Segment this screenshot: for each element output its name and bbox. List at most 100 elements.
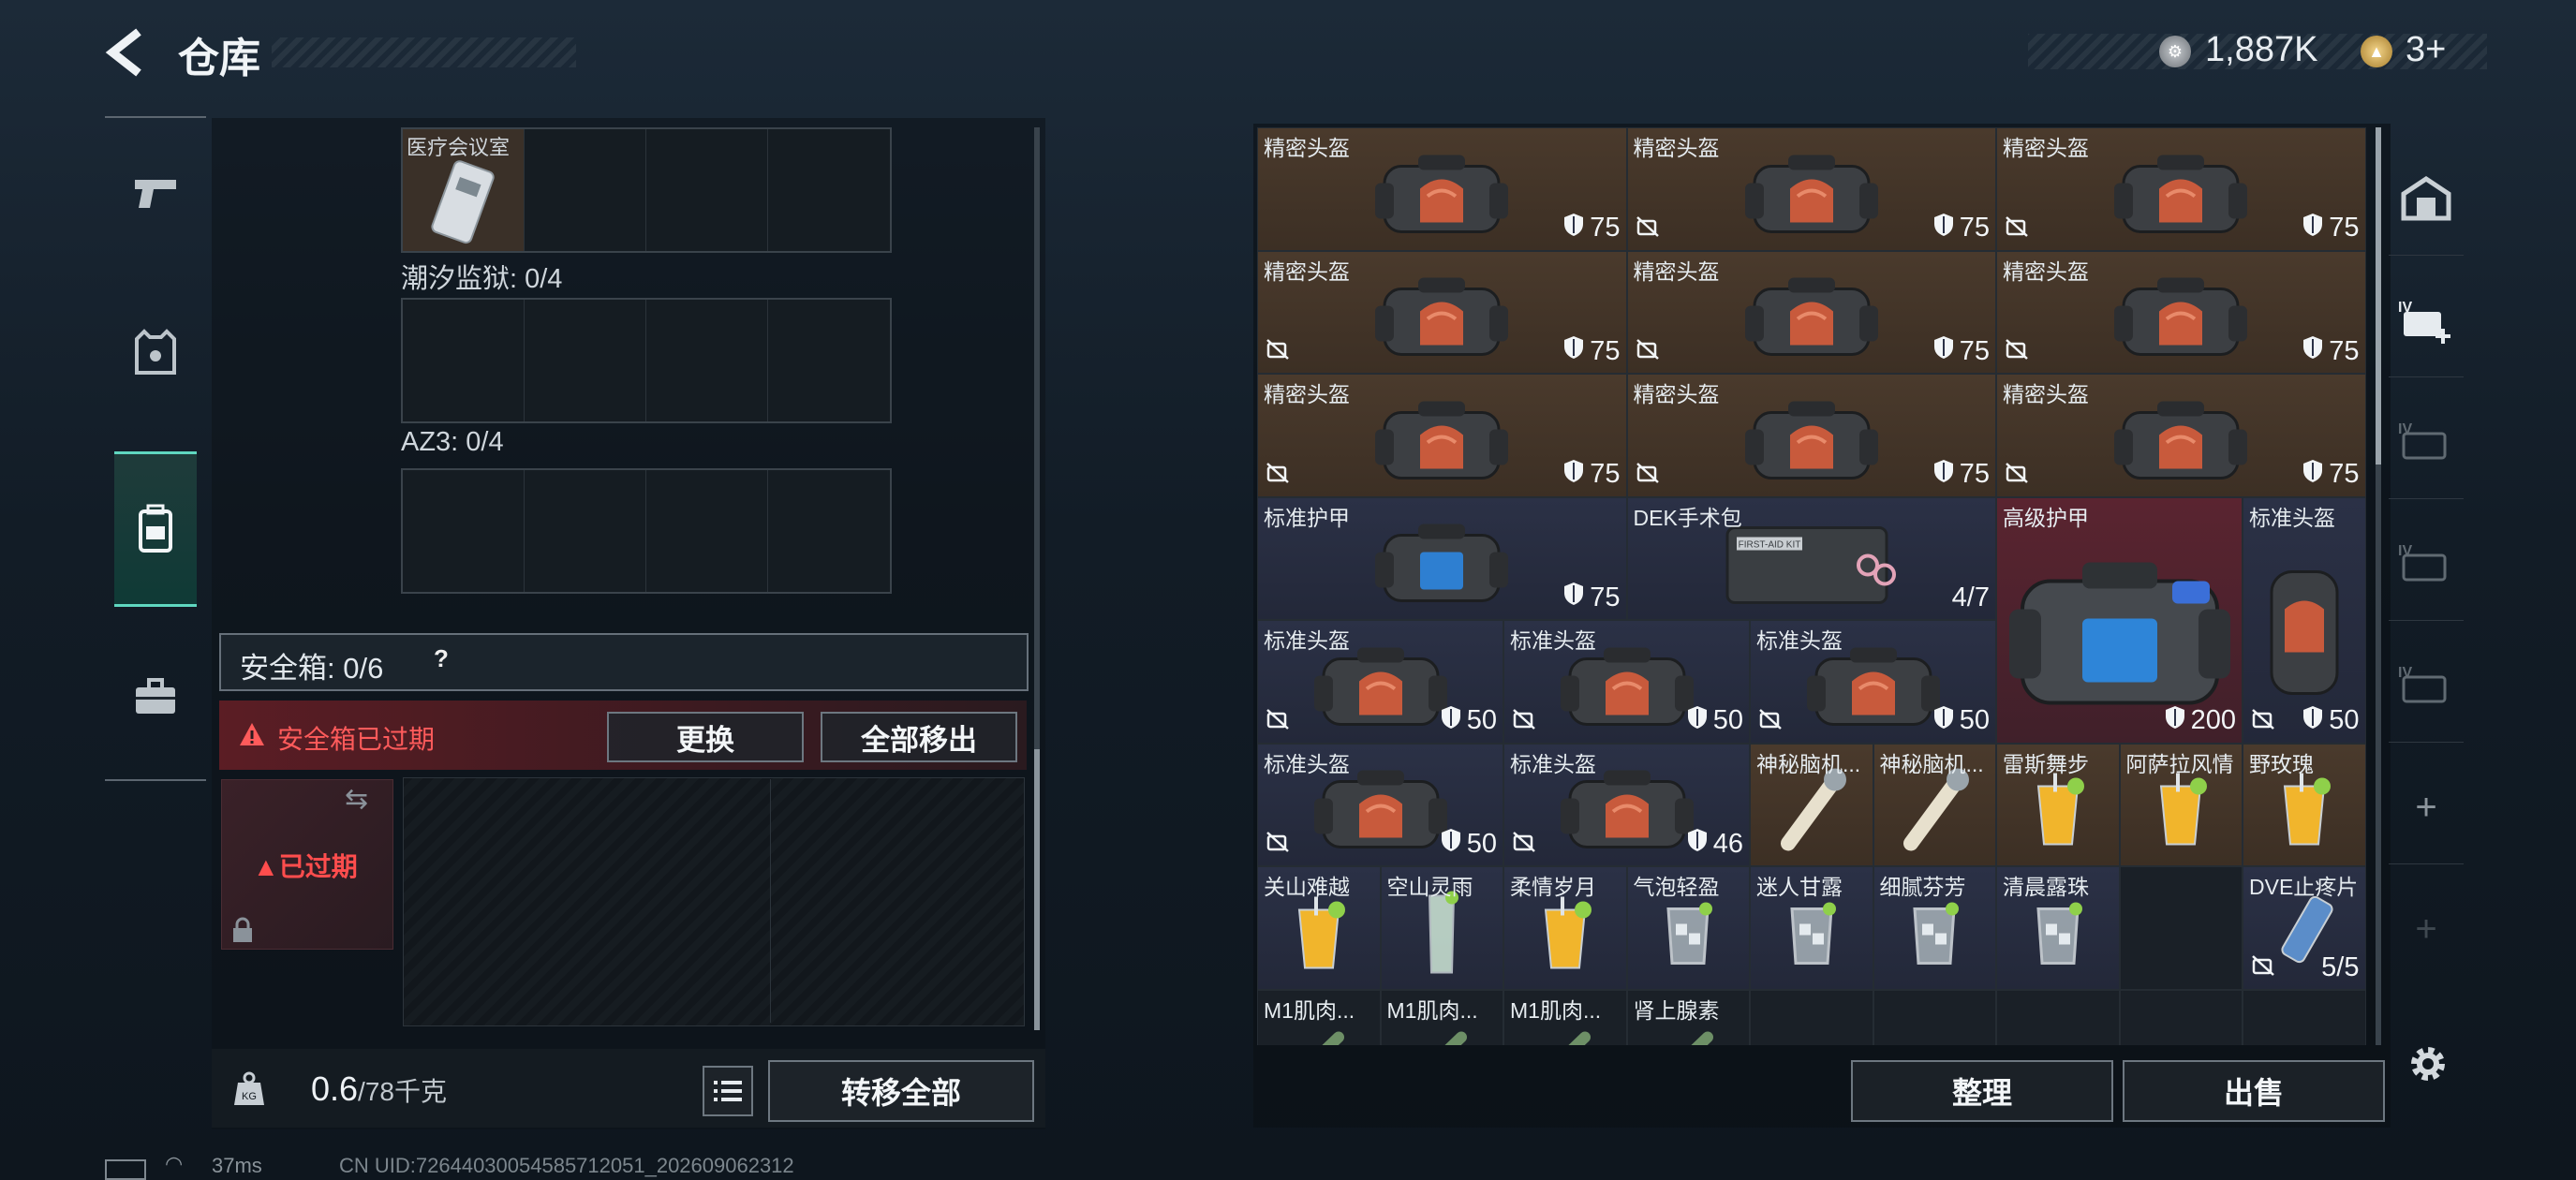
item-value-text: 75 bbox=[1959, 335, 1990, 366]
item-value: 5/5 bbox=[2321, 952, 2359, 983]
empty-slot[interactable] bbox=[525, 300, 646, 421]
empty-slot[interactable] bbox=[525, 129, 646, 251]
stash-item[interactable]: 细腻芬芳 bbox=[1873, 866, 1996, 990]
smallhelmet-icon bbox=[2253, 562, 2356, 707]
item-name: 精密头盔 bbox=[2003, 382, 2089, 406]
safebox-grid[interactable] bbox=[403, 777, 1025, 1026]
user-uid: CN UID:72644030054585712051_202609062312 bbox=[339, 1154, 794, 1177]
stash-item[interactable]: 精密头盔 75 bbox=[1626, 250, 1996, 374]
stash-item[interactable]: 精密头盔 75 bbox=[1996, 250, 2366, 374]
settings-gear-icon[interactable] bbox=[2404, 1040, 2452, 1088]
nav-add-storage[interactable]: IV bbox=[2389, 264, 2464, 377]
stash-item[interactable]: 关山难越 bbox=[1257, 866, 1381, 990]
left-scroll-thumb[interactable] bbox=[1034, 749, 1040, 1030]
stash-item[interactable]: 阿萨拉风情 bbox=[2119, 743, 2243, 866]
stash-item[interactable]: FIRST-AID KIT DEK手术包 4/7 bbox=[1626, 496, 1996, 620]
stash-item[interactable]: 精密头盔 75 bbox=[1996, 374, 2366, 497]
right-scroll-thumb[interactable] bbox=[2376, 127, 2381, 465]
stash-item[interactable]: 空山灵雨 bbox=[1380, 866, 1503, 990]
container-grid-3[interactable] bbox=[401, 468, 892, 594]
stash-item[interactable]: 标准头盔 50 bbox=[1503, 620, 1750, 744]
empty-slot[interactable] bbox=[403, 300, 525, 421]
stash-item[interactable]: 标准头盔 50 bbox=[1257, 743, 1503, 866]
stash-item[interactable]: M1肌肉... bbox=[1257, 989, 1381, 1045]
stash-item[interactable]: 精密头盔 75 bbox=[1626, 127, 1996, 251]
list-view-button[interactable] bbox=[703, 1066, 753, 1116]
organize-button[interactable]: 整理 bbox=[1851, 1060, 2113, 1122]
nav-storage-3[interactable]: IV bbox=[2389, 508, 2464, 621]
stash-item[interactable]: 精密头盔 75 bbox=[1257, 127, 1627, 251]
nav-cases[interactable] bbox=[105, 622, 206, 772]
stash-item[interactable]: 精密头盔 75 bbox=[1996, 127, 2366, 251]
item-value: 75 bbox=[1563, 459, 1621, 491]
stash-item[interactable]: DVE止疼片 5/5 bbox=[2243, 866, 2366, 990]
nav-storage-2[interactable]: IV bbox=[2389, 386, 2464, 499]
container-grid-2[interactable] bbox=[401, 298, 892, 423]
item-name: 关山难越 bbox=[1264, 875, 1350, 899]
stash-item[interactable]: 雷斯舞步 bbox=[1996, 743, 2120, 866]
container-grid-1[interactable]: 医疗会议室 bbox=[401, 127, 892, 253]
empty-slot[interactable] bbox=[2119, 866, 2243, 990]
section-label: 潮汐监狱: 0/4 bbox=[401, 264, 563, 294]
stash-item[interactable]: 标准护甲 75 bbox=[1257, 496, 1627, 620]
nav-backpack[interactable] bbox=[114, 451, 197, 607]
empty-slot[interactable] bbox=[403, 470, 525, 592]
empty-slot[interactable] bbox=[768, 129, 890, 251]
stash-item[interactable]: 标准头盔 46 bbox=[1503, 743, 1750, 866]
stash-item[interactable]: 野玫瑰 bbox=[2243, 743, 2366, 866]
stash-item[interactable]: 标准头盔 50 bbox=[2243, 496, 2366, 744]
container-item[interactable]: 医疗会议室 bbox=[403, 129, 525, 251]
helmet-icon bbox=[2110, 145, 2251, 247]
item-name: 迷人甘露 bbox=[1756, 875, 1843, 899]
stash-item[interactable]: 迷人甘露 bbox=[1750, 866, 1873, 990]
premium-currency-amount[interactable]: 3+ bbox=[2406, 30, 2446, 70]
stash-item[interactable]: 标准头盔 50 bbox=[1750, 620, 1996, 744]
help-button[interactable]: ? bbox=[426, 644, 456, 674]
item-name: 神秘脑机... bbox=[1756, 751, 1861, 776]
empty-slot[interactable] bbox=[646, 129, 768, 251]
stash-item[interactable]: M1肌肉... bbox=[1380, 989, 1503, 1045]
stash-item[interactable]: 精密头盔 75 bbox=[1257, 250, 1627, 374]
storage-icon: IV bbox=[2398, 543, 2447, 582]
drink-icon bbox=[2025, 768, 2091, 857]
back-button[interactable] bbox=[101, 24, 157, 81]
safebox-label: 安全箱: 0/6 bbox=[240, 652, 384, 685]
stash-item[interactable]: 神秘脑机... bbox=[1873, 743, 1996, 866]
empty-slot[interactable] bbox=[646, 300, 768, 421]
replace-button[interactable]: 更换 bbox=[607, 712, 804, 762]
transfer-all-button[interactable]: 转移全部 bbox=[768, 1060, 1034, 1122]
nav-storage-4[interactable]: IV bbox=[2389, 629, 2464, 743]
empty-slot[interactable] bbox=[1750, 989, 1873, 1045]
stash-item[interactable]: 精密头盔 75 bbox=[1626, 374, 1996, 497]
item-name: 标准头盔 bbox=[1264, 628, 1350, 653]
stash-item[interactable]: 柔情岁月 bbox=[1503, 866, 1627, 990]
stash-grid[interactable]: 精密头盔 75 精密头盔 75 精密头盔 75 精密头盔 75 精密头盔 75 精密头盔 75 精密头盔… bbox=[1257, 127, 2368, 1045]
item-name: M1肌肉... bbox=[1264, 997, 1355, 1023]
stash-item[interactable]: 神秘脑机... bbox=[1750, 743, 1873, 866]
nav-vault[interactable] bbox=[2389, 142, 2464, 256]
empty-slot[interactable] bbox=[768, 470, 890, 592]
add-storage-button[interactable]: + bbox=[2389, 751, 2464, 864]
nav-weapons[interactable] bbox=[105, 118, 206, 268]
nav-armor[interactable] bbox=[105, 277, 206, 427]
empty-slot[interactable] bbox=[2119, 989, 2243, 1045]
stash-item[interactable]: 高级护甲 200 bbox=[1996, 496, 2243, 744]
empty-slot[interactable] bbox=[1996, 989, 2120, 1045]
stash-item[interactable]: 气泡轻盈 bbox=[1626, 866, 1750, 990]
ping-readout: 37ms bbox=[212, 1154, 262, 1177]
stash-item[interactable]: M1肌肉... bbox=[1503, 989, 1627, 1045]
page-title: 仓库 bbox=[178, 36, 260, 81]
empty-slot[interactable] bbox=[1873, 989, 1996, 1045]
stash-item[interactable]: 清晨露珠 bbox=[1996, 866, 2120, 990]
empty-slot[interactable] bbox=[646, 470, 768, 592]
sell-button[interactable]: 出售 bbox=[2123, 1060, 2385, 1122]
stash-item[interactable]: 肾上腺素 bbox=[1626, 989, 1750, 1045]
empty-slot[interactable] bbox=[768, 300, 890, 421]
empty-slot[interactable] bbox=[525, 470, 646, 592]
stash-item[interactable]: 标准头盔 50 bbox=[1257, 620, 1503, 744]
stash-item[interactable]: 精密头盔 75 bbox=[1257, 374, 1627, 497]
item-value: 50 bbox=[1687, 705, 1743, 737]
swap-icon[interactable]: ⇆ bbox=[345, 783, 368, 816]
empty-slot[interactable] bbox=[2243, 989, 2366, 1045]
move-all-out-button[interactable]: 全部移出 bbox=[821, 712, 1017, 762]
